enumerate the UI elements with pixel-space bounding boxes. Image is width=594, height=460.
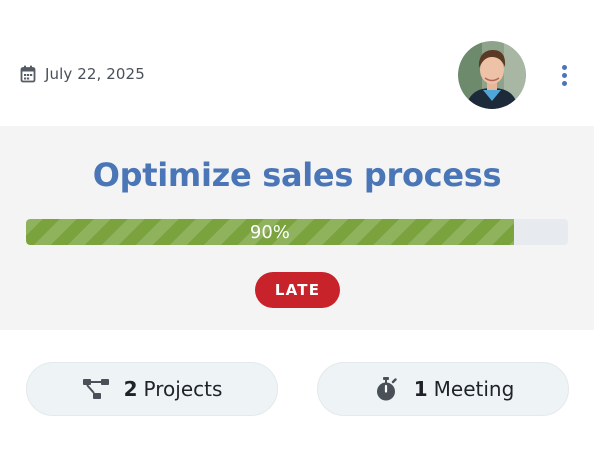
- progress-bar: 90%: [26, 219, 568, 245]
- project-tree-icon: [82, 375, 110, 403]
- date-row: July 22, 2025: [20, 64, 145, 84]
- projects-label: Projects: [143, 377, 223, 401]
- card-summary: Optimize sales process 90% LATE: [0, 126, 594, 330]
- calendar-icon: [20, 65, 36, 83]
- meetings-count: 1: [413, 377, 428, 401]
- stopwatch-icon: [372, 375, 400, 403]
- status-badge: LATE: [255, 272, 340, 308]
- more-vertical-icon[interactable]: [554, 60, 574, 90]
- card-header: July 22, 2025: [0, 0, 594, 126]
- meetings-label: Meeting: [433, 377, 515, 401]
- projects-count: 2: [123, 377, 138, 401]
- meetings-button[interactable]: 1 Meeting: [317, 362, 569, 416]
- progress-label: 90%: [249, 221, 290, 243]
- task-title: Optimize sales process: [92, 156, 502, 194]
- avatar[interactable]: [458, 41, 526, 109]
- projects-button[interactable]: 2 Projects: [26, 362, 278, 416]
- due-date: July 22, 2025: [45, 65, 145, 83]
